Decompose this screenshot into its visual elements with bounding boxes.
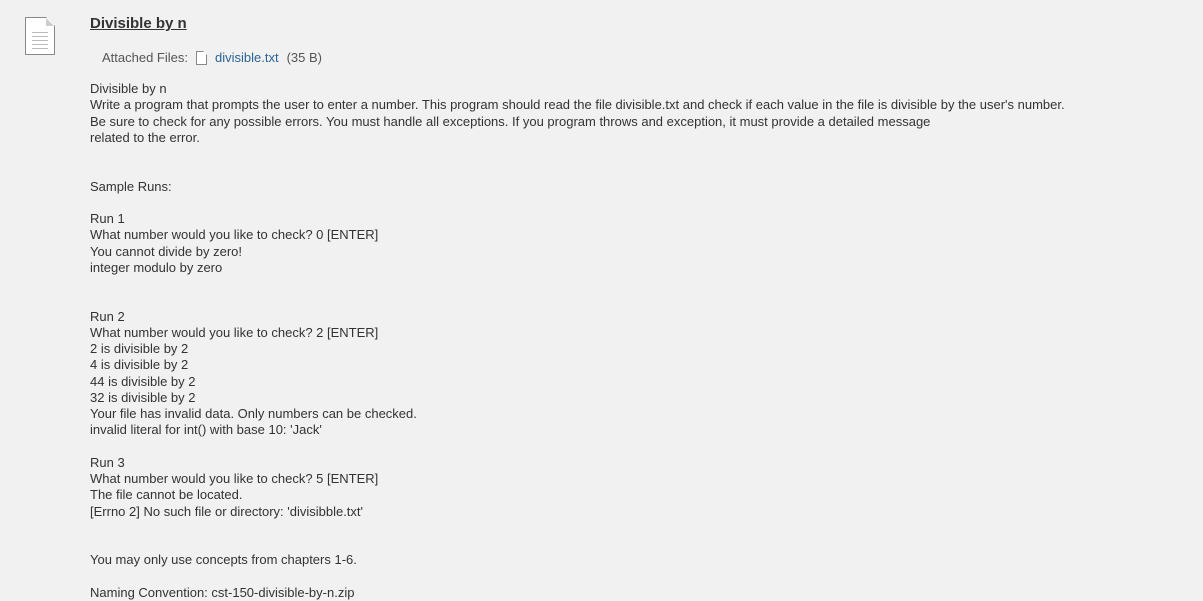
attached-files-label: Attached Files: bbox=[102, 50, 188, 65]
attached-file-size: (35 B) bbox=[287, 50, 322, 65]
attached-files-row: Attached Files: divisible.txt (35 B) bbox=[102, 50, 1203, 65]
assignment-title[interactable]: Divisible by n bbox=[90, 15, 187, 32]
assignment-content: Divisible by n Attached Files: divisible… bbox=[90, 15, 1203, 601]
file-icon bbox=[196, 51, 207, 65]
document-icon bbox=[25, 17, 55, 55]
assignment-body: Divisible by n Write a program that prom… bbox=[90, 81, 1203, 601]
attached-file-link[interactable]: divisible.txt bbox=[215, 50, 279, 65]
assignment-container: Divisible by n Attached Files: divisible… bbox=[25, 15, 1203, 601]
